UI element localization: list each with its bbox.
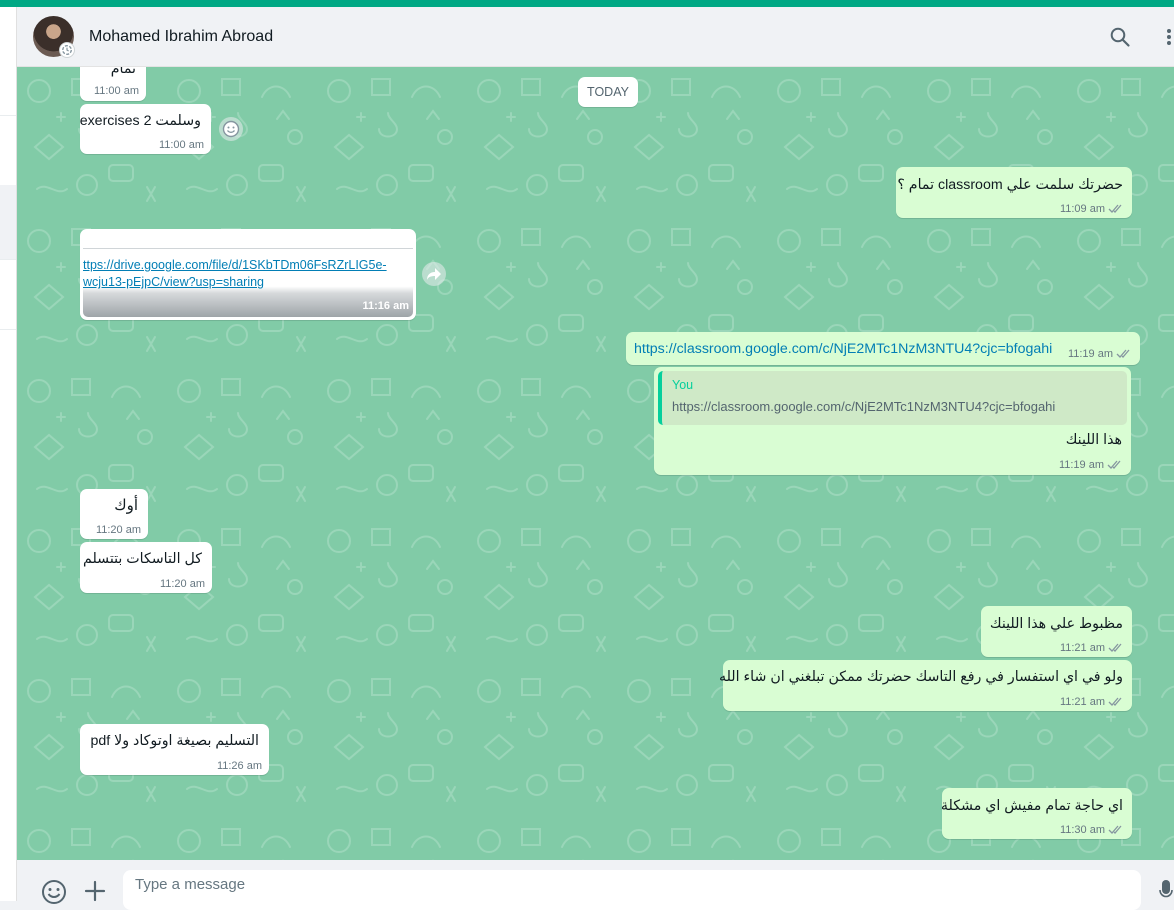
message-bubble[interactable]: وسلمت 2 exercises 11:00 am — [80, 104, 211, 154]
quote-text: https://classroom.google.com/c/NjE2MTc1N… — [672, 399, 1056, 414]
message-time: 11:21 am — [1059, 696, 1105, 708]
read-ticks-icon — [1108, 825, 1122, 834]
divider — [0, 329, 16, 330]
message-time: 11:30 am — [1059, 824, 1105, 836]
mic-icon[interactable] — [1159, 879, 1173, 901]
message-text: ولو في اي استفسار في رفع التاسك حضرتك مم… — [718, 669, 1123, 685]
message-bubble[interactable]: أوك 11:20 am — [80, 489, 148, 539]
message-text: اي حاجة تمام مفيش اي مشكلة — [940, 798, 1123, 814]
read-ticks-icon — [1116, 349, 1130, 358]
message-link[interactable]: https://classroom.google.com/c/NjE2MTc1N… — [634, 341, 1052, 357]
contact-name[interactable]: Mohamed Ibrahim Abroad — [89, 28, 273, 46]
message-bubble[interactable]: https://classroom.google.com/c/NjE2MTc1N… — [626, 332, 1140, 365]
message-bubble[interactable]: اي حاجة تمام مفيش اي مشكلة 11:30 am — [940, 788, 1132, 839]
message-bubble[interactable]: تمام 11:00 am — [80, 67, 146, 101]
message-text: التسليم بصيغة اوتوكاد ولا pdf — [90, 733, 259, 749]
read-ticks-icon — [1108, 697, 1122, 706]
message-text: أوك — [114, 497, 138, 514]
divider — [0, 115, 16, 116]
message-text: حضرتك سلمت علي classroom تمام ؟ — [897, 177, 1123, 193]
message-time: 11:20 am — [95, 524, 141, 536]
read-ticks-icon — [1108, 204, 1122, 213]
date-chip: TODAY — [578, 77, 638, 107]
message-text: كل التاسكات بتتسلم — [83, 551, 202, 567]
message-bubble[interactable]: ولو في اي استفسار في رفع التاسك حضرتك مم… — [719, 660, 1132, 711]
message-time: 11:19 am — [1067, 348, 1113, 360]
read-ticks-icon — [1108, 643, 1122, 652]
message-time: 11:21 am — [1059, 642, 1105, 654]
conversation-panel: TODAY تمام 11:00 am وسلمت 2 exercises 11… — [17, 67, 1174, 860]
chat-header: Mohamed Ibrahim Abroad — [17, 7, 1174, 67]
message-text: وسلمت 2 exercises — [79, 113, 201, 129]
message-bubble[interactable]: التسليم بصيغة اوتوكاد ولا pdf 11:26 am — [80, 724, 269, 775]
message-time: 11:16 am — [362, 300, 409, 312]
divider — [0, 259, 16, 260]
search-icon[interactable] — [1109, 26, 1131, 48]
message-input[interactable] — [123, 870, 1141, 910]
quote-author: You — [672, 378, 694, 392]
read-ticks-icon — [1107, 460, 1121, 469]
message-bubble[interactable]: كل التاسكات بتتسلم 11:20 am — [80, 542, 212, 593]
chat-list-panel-edge — [0, 7, 17, 901]
message-text: مظبوط علي هذا اللينك — [989, 616, 1123, 632]
top-accent-bar — [0, 0, 1174, 7]
message-bubble[interactable]: ttps://drive.google.com/file/d/1SKbTDm06… — [80, 229, 416, 320]
message-time: 11:00 am — [93, 85, 139, 97]
link-line-1[interactable]: ttps://drive.google.com/file/d/1SKbTDm06… — [83, 258, 387, 272]
link-line-2[interactable]: wcju13-pEjpC/view?usp=sharing — [83, 275, 264, 289]
message-bubble[interactable]: مظبوط علي هذا اللينك 11:21 am — [981, 606, 1132, 657]
message-composer — [17, 860, 1174, 910]
menu-icon[interactable] — [1163, 26, 1174, 48]
message-bubble[interactable]: حضرتك سلمت علي classroom تمام ؟ 11:09 am — [896, 167, 1132, 218]
message-text: هذا اللينك — [1065, 432, 1122, 448]
reaction-icon[interactable] — [219, 117, 243, 141]
message-time: 11:20 am — [159, 578, 205, 590]
link-preview[interactable]: ttps://drive.google.com/file/d/1SKbTDm06… — [83, 232, 413, 317]
message-time: 11:09 am — [1059, 203, 1105, 215]
status-icon — [59, 42, 75, 58]
selected-chat-edge[interactable] — [0, 185, 16, 259]
message-time: 11:26 am — [216, 760, 262, 772]
message-text: تمام — [110, 67, 136, 77]
quoted-message[interactable]: You https://classroom.google.com/c/NjE2M… — [658, 371, 1127, 425]
emoji-icon[interactable] — [41, 879, 67, 905]
message-bubble[interactable]: You https://classroom.google.com/c/NjE2M… — [654, 367, 1131, 475]
divider — [83, 248, 413, 249]
forward-icon[interactable] — [422, 262, 446, 286]
message-time: 11:00 am — [158, 139, 204, 151]
message-time: 11:19 am — [1058, 459, 1104, 471]
plus-icon[interactable] — [84, 880, 106, 902]
